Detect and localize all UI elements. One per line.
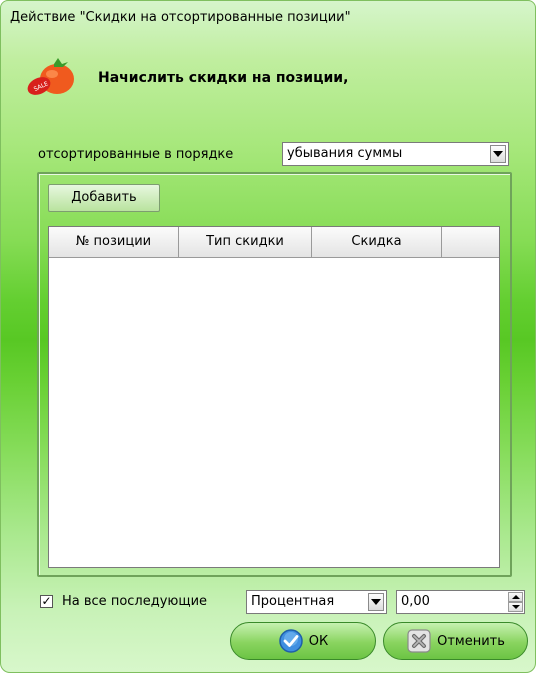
window-title: Действие "Скидки на отсортированные пози…: [10, 10, 351, 25]
positions-table[interactable]: № позиции Тип скидки Скидка: [48, 226, 500, 568]
ok-label: ОК: [308, 633, 329, 649]
discount-action-dialog: Действие "Скидки на отсортированные пози…: [0, 0, 536, 673]
sort-order-select[interactable]: убывания суммы: [282, 142, 509, 166]
column-header-discount-type[interactable]: Тип скидки: [179, 227, 312, 258]
spin-down-icon[interactable]: [508, 602, 523, 612]
sort-order-label: отсортированные в порядке: [38, 147, 234, 162]
ok-button[interactable]: ОК: [230, 622, 376, 660]
discount-value-spinner[interactable]: 0,00: [396, 590, 525, 614]
sort-order-value: убывания суммы: [287, 146, 403, 161]
table-header: № позиции Тип скидки Скидка: [49, 227, 499, 258]
cancel-label: Отменить: [437, 633, 505, 649]
discount-type-select[interactable]: Процентная: [246, 590, 387, 614]
add-button[interactable]: Добавить: [48, 184, 160, 212]
header-heading: Начислить скидки на позиции,: [98, 70, 349, 86]
discount-type-value: Процентная: [251, 594, 335, 609]
apply-all-checkbox[interactable]: ✓: [40, 595, 53, 608]
cancel-button[interactable]: Отменить: [383, 622, 528, 660]
discount-value: 0,00: [401, 594, 430, 609]
chevron-down-icon[interactable]: [368, 593, 384, 611]
column-header-empty: [442, 227, 499, 258]
column-header-position-number[interactable]: № позиции: [49, 227, 179, 258]
checkmark-icon: [279, 629, 303, 653]
spin-up-icon[interactable]: [508, 592, 523, 602]
close-icon: [407, 629, 431, 653]
sale-tomato-icon: SALE: [27, 58, 74, 95]
apply-all-label: На все последующие: [62, 594, 208, 609]
column-header-discount[interactable]: Скидка: [312, 227, 442, 258]
chevron-down-icon[interactable]: [490, 145, 506, 163]
